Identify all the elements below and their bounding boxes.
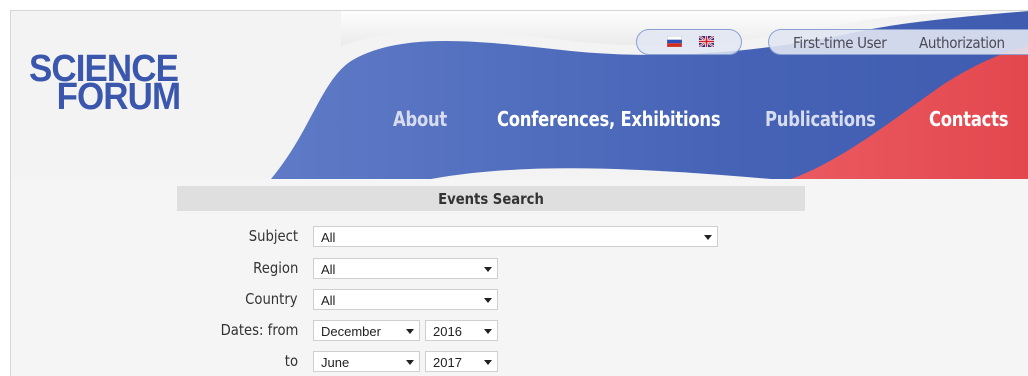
chevron-down-icon — [484, 360, 492, 365]
nav-contacts[interactable]: Contacts — [929, 107, 1008, 131]
to-year-value: 2017 — [433, 355, 462, 370]
region-select-value: All — [321, 262, 336, 277]
user-links-bar: First-time User Authorization — [768, 29, 1028, 55]
to-year-select[interactable]: 2017 — [425, 351, 498, 372]
nav-publications[interactable]: Publications — [765, 107, 876, 131]
header-banner: SCIENCE FORUM First-time User Authorizat… — [11, 11, 1028, 179]
from-month-value: December — [321, 324, 381, 339]
from-month-select[interactable]: December — [313, 320, 420, 341]
region-label: Region — [252, 259, 298, 277]
from-year-select[interactable]: 2016 — [425, 320, 498, 341]
chevron-down-icon — [484, 267, 492, 272]
site-logo[interactable]: SCIENCE FORUM — [29, 50, 181, 116]
nav-conferences-exhibitions[interactable]: Conferences, Exhibitions — [497, 107, 721, 131]
chevron-down-icon — [406, 329, 414, 334]
authorization-link[interactable]: Authorization — [919, 34, 1005, 52]
chevron-down-icon — [406, 360, 414, 365]
country-select[interactable]: All — [313, 289, 498, 310]
dates-from-label: Dates: from — [220, 321, 298, 339]
subject-label: Subject — [248, 227, 298, 245]
dates-to-label: to — [284, 352, 298, 370]
events-search-header: Events Search — [177, 186, 805, 211]
subject-select-value: All — [321, 230, 336, 245]
uk-flag-icon[interactable] — [699, 36, 714, 47]
to-month-value: June — [321, 355, 350, 370]
to-month-select[interactable]: June — [313, 351, 420, 372]
russian-flag-icon[interactable] — [667, 36, 682, 47]
nav-about[interactable]: About — [393, 107, 447, 131]
subject-select[interactable]: All — [313, 226, 718, 247]
first-time-user-link[interactable]: First-time User — [793, 34, 887, 52]
chevron-down-icon — [484, 298, 492, 303]
language-switcher — [636, 29, 742, 55]
country-label: Country — [245, 290, 298, 308]
country-select-value: All — [321, 293, 336, 308]
from-year-value: 2016 — [433, 324, 462, 339]
region-select[interactable]: All — [313, 258, 498, 279]
chevron-down-icon — [484, 329, 492, 334]
chevron-down-icon — [704, 235, 712, 240]
events-search-title: Events Search — [438, 190, 544, 208]
page: SCIENCE FORUM First-time User Authorizat… — [10, 10, 1028, 376]
